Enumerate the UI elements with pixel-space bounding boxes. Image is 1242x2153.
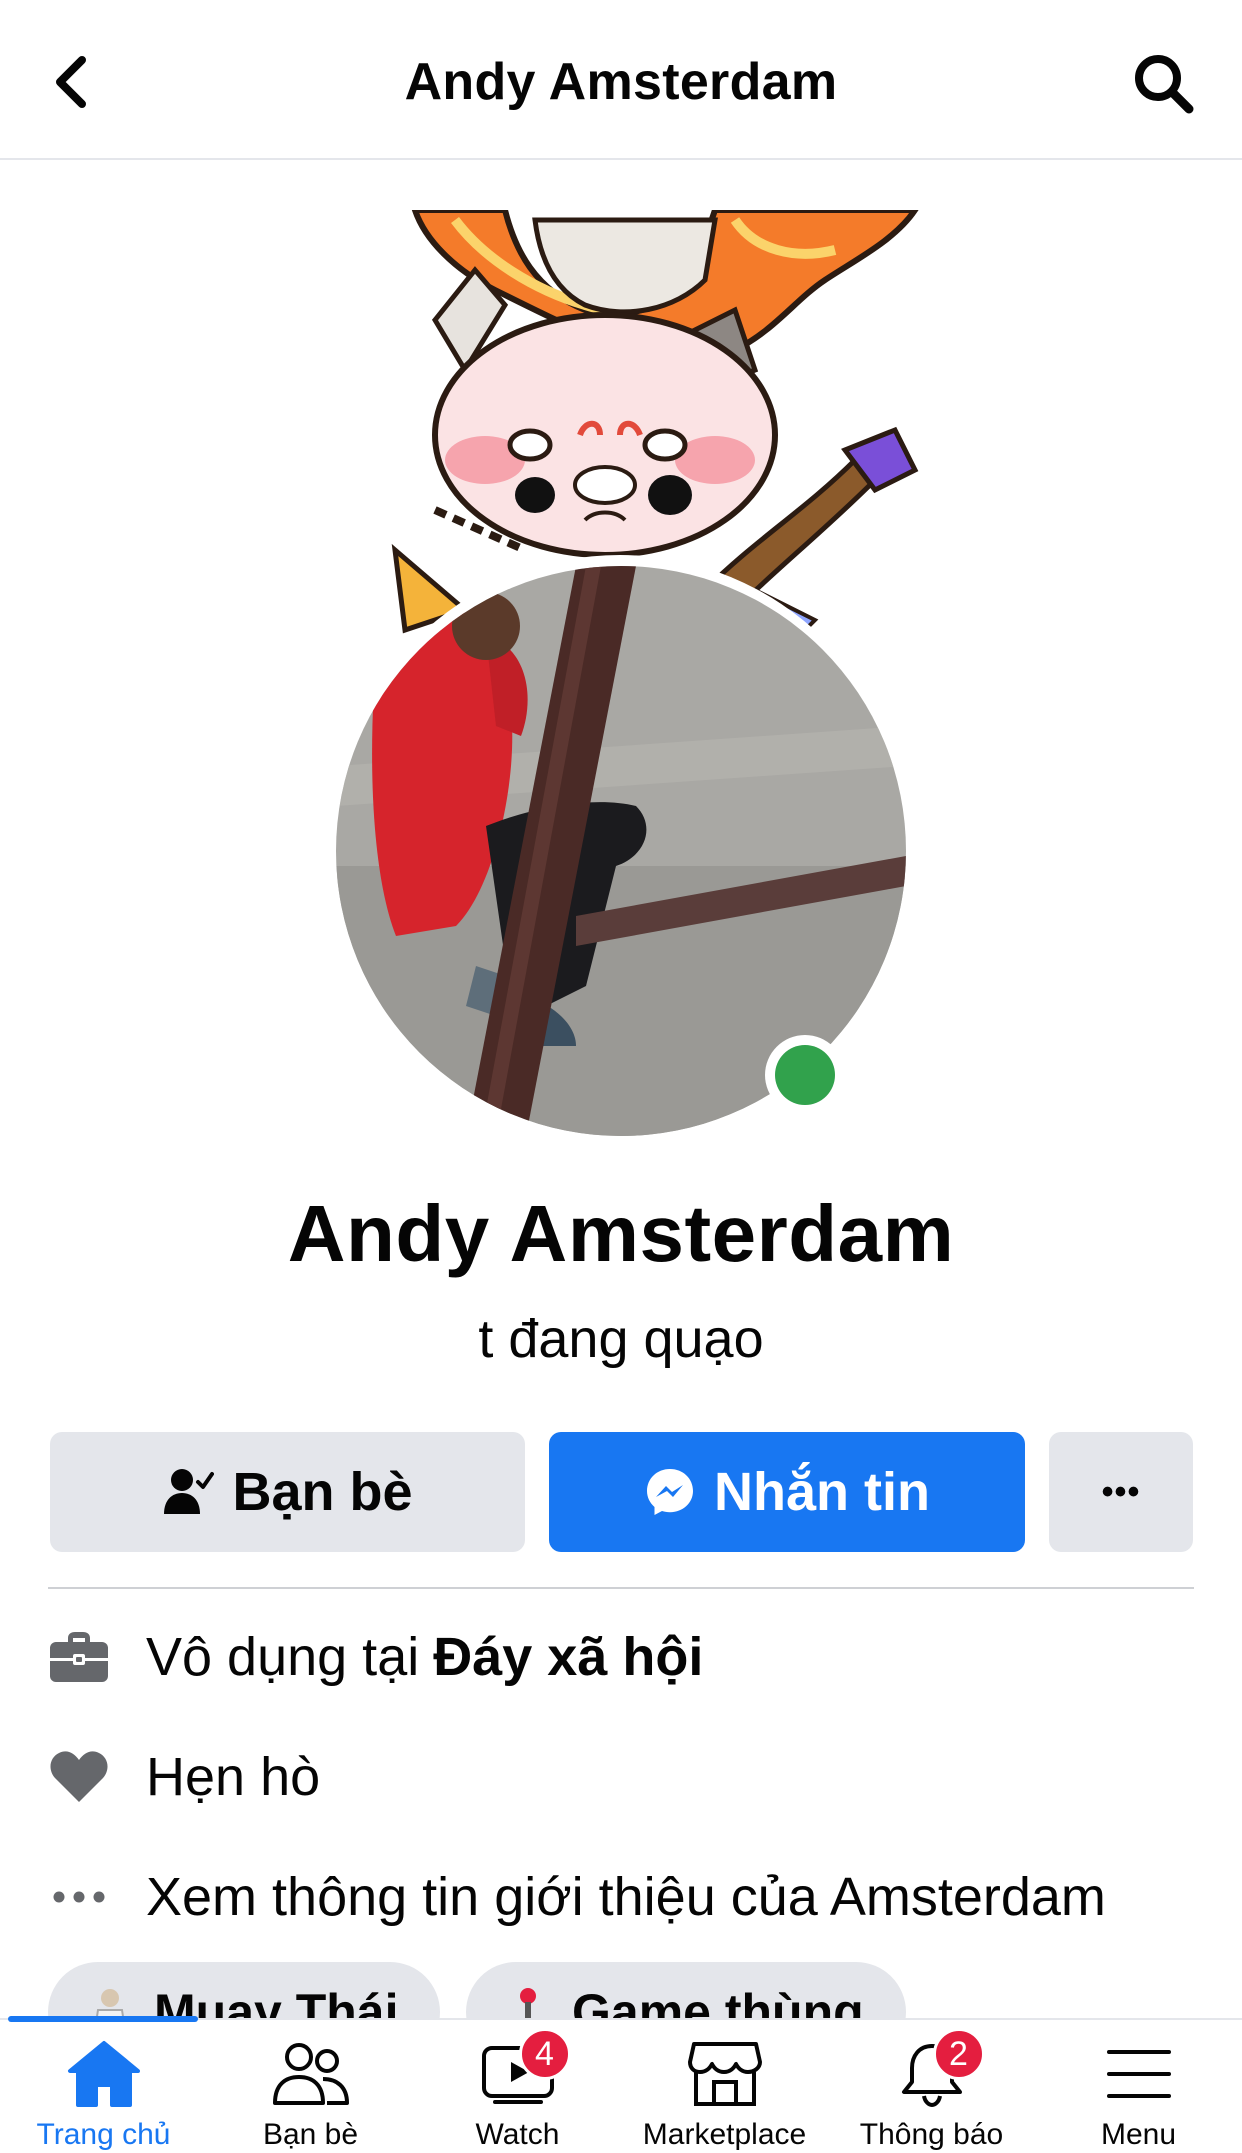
top-bar: Andy Amsterdam <box>0 0 1242 160</box>
nav-label: Bạn bè <box>262 2118 359 2151</box>
briefcase-icon <box>48 1626 110 1688</box>
more-horizontal-icon <box>48 1866 110 1928</box>
nav-friends[interactable]: Bạn bè <box>207 2022 414 2153</box>
nav-label: Menu <box>1100 2118 1177 2151</box>
page-title: Andy Amsterdam <box>404 53 838 111</box>
watch-icon: 4 <box>473 2028 571 2114</box>
nav-label: Thông báo <box>859 2118 1004 2151</box>
nav-label: Watch <box>475 2118 560 2151</box>
nav-menu[interactable]: Menu <box>1035 2022 1242 2153</box>
watch-badge: 4 <box>518 2028 571 2080</box>
search-button[interactable] <box>1126 46 1202 122</box>
work-prefix: Vô dụng tại <box>146 1627 420 1687</box>
notifications-badge: 2 <box>932 2028 985 2080</box>
dating-row[interactable]: Hẹn hò <box>48 1732 320 1822</box>
divider <box>48 1587 1194 1589</box>
nav-notifications[interactable]: 2 Thông báo <box>828 2022 1035 2153</box>
online-dot-icon <box>775 1045 835 1105</box>
work-info-row: Vô dụng tại Đáy xã hội <box>48 1612 703 1702</box>
search-icon <box>1135 55 1194 114</box>
marketplace-icon <box>680 2034 770 2114</box>
more-dots-icon: ••• <box>1101 1472 1141 1511</box>
dating-label: Hẹn hò <box>146 1747 321 1807</box>
nav-watch[interactable]: 4 Watch <box>414 2022 621 2153</box>
nav-label: Trang chủ <box>36 2118 171 2151</box>
messenger-icon <box>644 1466 696 1518</box>
menu-icon <box>1094 2034 1184 2114</box>
see-about-label: Xem thông tin giới thiệu của Amsterdam <box>146 1867 1106 1927</box>
see-about-row[interactable]: Xem thông tin giới thiệu của Amsterdam <box>48 1852 1106 1942</box>
nav-home[interactable]: Trang chủ <box>0 2022 207 2153</box>
nav-marketplace[interactable]: Marketplace <box>621 2022 828 2153</box>
profile-bio: t đang quạo <box>478 1309 764 1369</box>
friend-check-icon <box>162 1466 215 1518</box>
message-button-label: Nhắn tin <box>714 1462 930 1522</box>
work-place-link[interactable]: Đáy xã hội <box>433 1626 703 1688</box>
heart-icon <box>48 1746 110 1808</box>
more-options-button[interactable]: ••• <box>1049 1432 1193 1552</box>
friends-icon <box>266 2034 356 2114</box>
online-status-indicator <box>765 1035 845 1115</box>
bell-icon: 2 <box>887 2028 985 2114</box>
friends-button-label: Bạn bè <box>232 1462 413 1522</box>
nav-label: Marketplace <box>642 2118 807 2151</box>
friends-button[interactable]: Bạn bè <box>50 1432 525 1552</box>
message-button[interactable]: Nhắn tin <box>549 1432 1025 1552</box>
home-icon <box>59 2034 149 2114</box>
profile-name: Andy Amsterdam <box>287 1189 955 1278</box>
